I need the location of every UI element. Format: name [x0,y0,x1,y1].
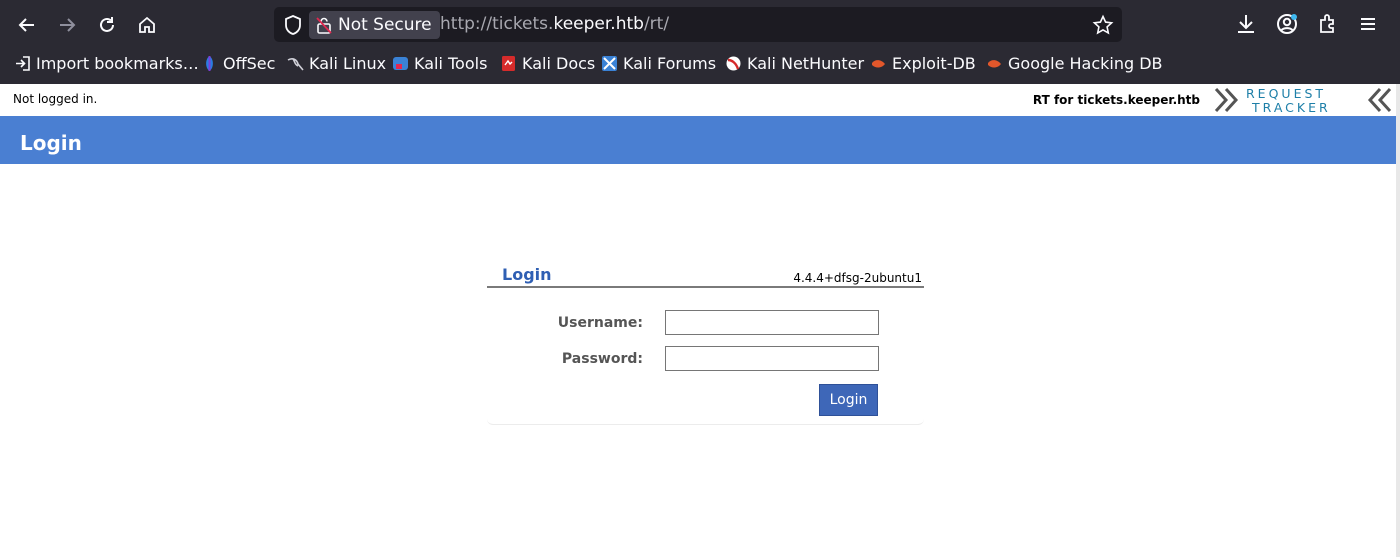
downloads-icon[interactable] [1233,11,1259,37]
reload-icon [100,17,114,32]
bookmark-label: Exploit-DB [892,54,976,73]
bookmark-star-icon[interactable] [1092,14,1114,36]
login-panel: Login 4.4.4+dfsg-2ubuntu1 Username: Pass… [487,262,924,426]
nethunter-icon [726,56,741,71]
not-secure-label: Not Secure [338,15,432,35]
username-input[interactable] [665,310,879,335]
bookmark-label: Kali Forums [623,54,717,73]
bookmark-google-hacking-db[interactable]: Google Hacking DB [986,54,1163,73]
request-tracker-logo[interactable]: REQUEST TRACKER [1214,85,1392,115]
logo-tracker-text: TRACKER [1251,100,1331,115]
login-form: Username: Password: Login [487,288,924,425]
page-scrollbar[interactable] [1396,84,1400,557]
bookmark-label: Kali Linux [309,54,387,73]
hamburger-menu-icon[interactable] [1355,11,1381,37]
rt-version: 4.4.4+dfsg-2ubuntu1 [793,271,922,285]
kali-docs-icon [502,56,515,71]
login-panel-header: Login 4.4.4+dfsg-2ubuntu1 [487,262,924,288]
not-secure-indicator[interactable]: Not Secure [309,11,440,39]
ghdb-icon [988,60,1001,68]
bookmark-label: Kali NetHunter [747,54,865,73]
bookmark-exploit-db[interactable]: Exploit-DB [870,54,976,73]
bookmark-label: Google Hacking DB [1008,54,1163,73]
browser-chrome: Not Secure http://tickets.keeper.htb/rt/… [0,0,1400,84]
back-button[interactable] [10,8,44,42]
login-panel-title: Login [502,265,552,284]
tracking-protection-shield-icon[interactable] [282,14,304,36]
exploitdb-icon [872,60,885,68]
logo-request-text: REQUEST [1246,86,1326,101]
bookmark-kali-tools[interactable]: Kali Tools [392,54,487,73]
bookmarks-toolbar: Import bookmarks… OffSec Kali Linux Kali… [0,50,1400,80]
page-title: Login [20,131,82,155]
rt-instance-name: RT for tickets.keeper.htb [1032,93,1200,107]
import-icon [16,56,30,71]
password-input[interactable] [665,346,879,371]
insecure-lock-icon [316,17,332,34]
address-bar[interactable]: Not Secure http://tickets.keeper.htb/rt/ [274,7,1122,42]
page-title-bar: Login [0,116,1396,164]
bookmark-label: Import bookmarks… [36,54,199,73]
kali-dragon-icon [287,57,304,71]
url-scheme: http://tickets. [440,14,554,34]
account-icon[interactable] [1274,11,1300,37]
bookmark-kali-linux[interactable]: Kali Linux [287,54,386,73]
url-text[interactable]: http://tickets.keeper.htb/rt/ [440,14,669,34]
login-status: Not logged in. [13,92,98,106]
bookmark-kali-forums[interactable]: Kali Forums [601,54,716,73]
login-button[interactable]: Login [819,384,878,416]
bookmark-offsec[interactable]: OffSec [201,54,275,73]
home-button[interactable] [130,8,164,42]
password-label: Password: [561,351,643,367]
kali-forums-icon [602,56,617,71]
forward-arrow-icon [60,18,76,32]
reload-button[interactable] [90,8,124,42]
home-icon [139,16,155,33]
username-label: Username: [557,315,643,331]
bookmark-kali-docs[interactable]: Kali Docs [500,54,595,73]
kali-tools-icon [393,57,408,70]
url-path: /rt/ [643,14,670,34]
offsec-icon [206,56,213,71]
bookmark-label: OffSec [223,54,276,73]
bookmark-label: Kali Tools [414,54,488,73]
bookmark-import[interactable]: Import bookmarks… [14,54,199,73]
url-host: keeper.htb [553,14,644,34]
rt-header: Not logged in. RT for tickets.keeper.htb… [0,84,1400,116]
bookmark-label: Kali Docs [522,54,596,73]
bookmark-kali-nethunter[interactable]: Kali NetHunter [725,54,864,73]
forward-button[interactable] [50,8,84,42]
extensions-puzzle-icon[interactable] [1315,11,1341,37]
back-arrow-icon [18,18,34,32]
